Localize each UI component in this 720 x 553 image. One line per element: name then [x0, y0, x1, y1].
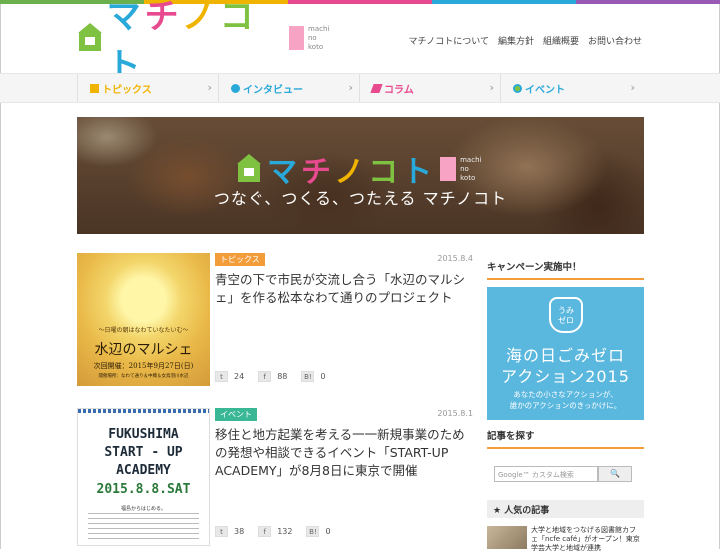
pink-house-icon: [288, 26, 304, 50]
category-nav: トピックス › インタビュー › コラム › イベント ›: [0, 73, 720, 103]
article-date: 2015.8.4: [437, 254, 473, 263]
social-counts: t 24 f 88 B! 0: [215, 371, 325, 382]
search-input[interactable]: Google™ カスタム検索: [494, 466, 598, 482]
chevron-right-icon: ›: [348, 81, 353, 94]
pencil-icon: [370, 83, 383, 93]
article-card[interactable]: 〜日曜の朝はなわていなたいむ〜 水辺のマルシェ 次回開催：2015年9月27日(…: [77, 253, 475, 387]
article-date: 2015.8.1: [437, 409, 473, 418]
hero-tagline: つなぐ、つくる、つたえる マチノコト: [213, 189, 508, 208]
facebook-icon: f: [258, 371, 272, 382]
category-badge[interactable]: イベント: [215, 408, 257, 421]
house-icon: [237, 154, 261, 184]
link-contact[interactable]: お問い合わせ: [588, 34, 642, 47]
popular-item[interactable]: 大学と地域をつなげる図書館カフェ「ncfe café」がオープン！東京学芸大学と…: [487, 526, 644, 552]
search-button[interactable]: 🔍: [598, 466, 632, 482]
facebook-count[interactable]: f 132: [258, 526, 292, 537]
search-box: Google™ カスタム検索 🔍: [494, 466, 632, 482]
article-thumbnail[interactable]: 〜日曜の朝はなわていなたいむ〜 水辺のマルシェ 次回開催：2015年9月27日(…: [77, 253, 210, 386]
social-counts: t 38 f 132 B! 0: [215, 526, 331, 537]
article-title[interactable]: 移住と地方起業を考える一一新規事業のための発想や相談できるイベント「START-…: [215, 426, 473, 480]
hatena-icon: B!: [306, 526, 320, 537]
hatena-icon: B!: [301, 371, 315, 382]
link-about[interactable]: マチノコトについて: [408, 34, 488, 47]
link-organization[interactable]: 組織概要: [543, 34, 579, 47]
hatena-count[interactable]: B! 0: [301, 371, 325, 382]
pink-house-icon: [440, 157, 457, 181]
category-badge[interactable]: トピックス: [215, 253, 265, 266]
tweet-count[interactable]: t 24: [215, 371, 244, 382]
chevron-right-icon: ›: [489, 81, 494, 94]
nav-topics[interactable]: トピックス ›: [77, 74, 218, 102]
campaign-banner[interactable]: うみ ゼロ 海の日ごみゼロ アクション2015 あなたの小さなアクションが、 誰か…: [487, 287, 644, 420]
house-icon: [78, 23, 102, 53]
chevron-right-icon: ›: [630, 81, 635, 94]
link-editorial-policy[interactable]: 編集方針: [498, 34, 534, 47]
microphone-icon: [231, 83, 240, 93]
search-heading: 記事を探す: [487, 428, 644, 449]
popular-heading: ★ 人気の記事: [487, 500, 644, 518]
nav-column[interactable]: コラム ›: [359, 74, 500, 102]
chevron-right-icon: ›: [207, 81, 212, 94]
header-links: マチノコトについて 編集方針 組織概要 お問い合わせ: [408, 34, 642, 47]
site-logo[interactable]: マチノコト machi no koto: [78, 0, 330, 86]
article-card[interactable]: FUKUSHIMA START - UP ACADEMY 2015.8.8.SA…: [77, 408, 475, 549]
article-title[interactable]: 青空の下で市民が交流し合う「水辺のマルシェ」を作る松本なわて通りのプロジェクト: [215, 271, 473, 307]
popular-title: 大学と地域をつなげる図書館カフェ「ncfe café」がオープン！東京学芸大学と…: [531, 526, 640, 552]
tweet-count[interactable]: t 38: [215, 526, 244, 537]
popular-thumbnail: [487, 526, 527, 549]
hero-banner[interactable]: マチノコト machi no koto つなぐ、つくる、つたえる マチノコト: [77, 117, 644, 234]
facebook-count[interactable]: f 88: [258, 371, 287, 382]
globe-icon: [513, 83, 522, 93]
logo-sub: machi no koto: [308, 24, 330, 51]
campaign-heading: キャンペーン実施中！: [487, 259, 644, 280]
stack-icon: [90, 83, 99, 93]
twitter-icon: t: [215, 526, 228, 537]
facebook-icon: f: [258, 526, 272, 537]
article-thumbnail[interactable]: FUKUSHIMA START - UP ACADEMY 2015.8.8.SA…: [77, 408, 210, 546]
nav-event[interactable]: イベント ›: [500, 74, 641, 102]
twitter-icon: t: [215, 371, 228, 382]
nav-interview[interactable]: インタビュー ›: [218, 74, 359, 102]
bag-icon: うみ ゼロ: [549, 297, 583, 333]
hatena-count[interactable]: B! 0: [306, 526, 331, 537]
